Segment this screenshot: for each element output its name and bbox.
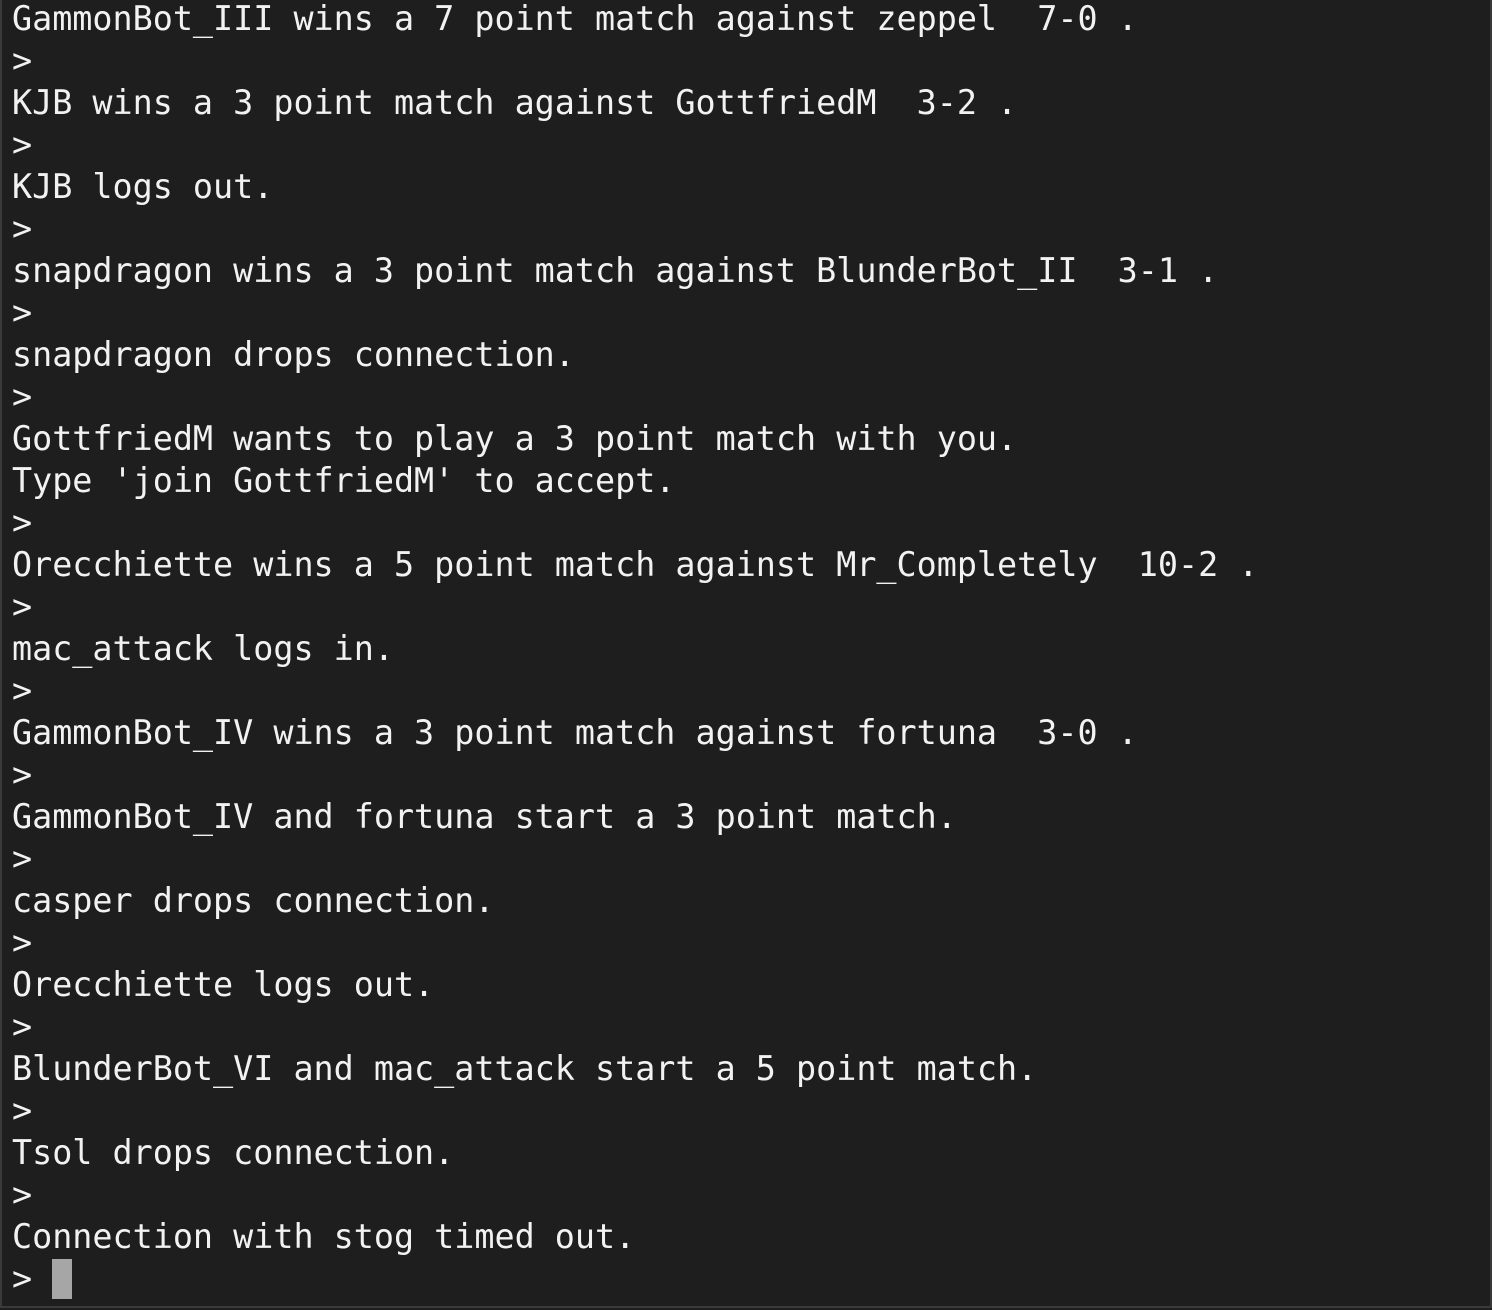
terminal-line: > [12,293,33,332]
terminal-line: GammonBot_III wins a 7 point match again… [12,0,1138,38]
terminal-line: BlunderBot_VI and mac_attack start a 5 p… [12,1049,1038,1088]
terminal-line: > [12,587,33,626]
terminal-line: > [12,755,33,794]
terminal-output: GammonBot_III wins a 7 point match again… [12,0,1258,1300]
command-input-line[interactable]: > [12,1258,1258,1300]
terminal-line: Type 'join GottfriedM' to accept. [12,461,676,500]
prompt-symbol: > [12,1259,53,1298]
terminal-line: > [12,671,33,710]
terminal-line: > [12,1175,33,1214]
terminal-line: snapdragon drops connection. [12,335,575,374]
terminal-line: mac_attack logs in. [12,629,394,668]
terminal-line: > [12,41,33,80]
terminal-line: > [12,1091,33,1130]
terminal-line: KJB logs out. [12,167,274,206]
terminal-line: GottfriedM wants to play a 3 point match… [12,419,1018,458]
terminal-line: > [12,377,33,416]
text-cursor [52,1259,73,1299]
terminal-line: Orecchiette logs out. [12,965,435,1004]
terminal-line: > [12,503,33,542]
terminal-line: Connection with stog timed out. [12,1217,636,1256]
terminal-line: GammonBot_IV wins a 3 point match agains… [12,713,1138,752]
terminal-line: > [12,839,33,878]
terminal-window[interactable]: GammonBot_III wins a 7 point match again… [0,0,1492,1308]
terminal-line: Orecchiette wins a 5 point match against… [12,545,1259,584]
terminal-line: > [12,923,33,962]
terminal-line: casper drops connection. [12,881,495,920]
terminal-line: GammonBot_IV and fortuna start a 3 point… [12,797,957,836]
terminal-line: > [12,125,33,164]
terminal-line: > [12,209,33,248]
terminal-line: > [12,1007,33,1046]
terminal-line: snapdragon wins a 3 point match against … [12,251,1219,290]
terminal-line: Tsol drops connection. [12,1133,455,1172]
terminal-line: KJB wins a 3 point match against Gottfri… [12,83,1018,122]
